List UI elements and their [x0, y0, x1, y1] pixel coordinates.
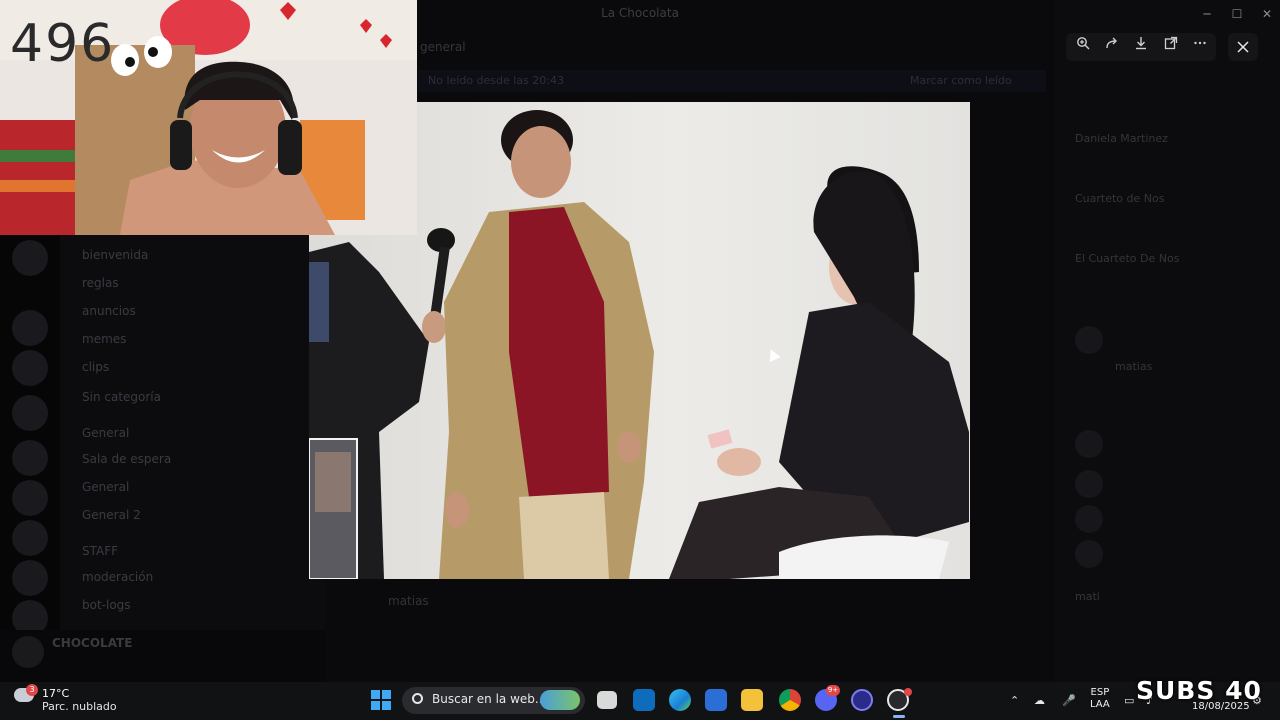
subs-counter-overlay: SUBS 40: [1136, 676, 1262, 705]
member-list: Daniela Martinez Cuarteto de Nos El Cuar…: [1055, 0, 1280, 682]
file-explorer-icon[interactable]: [741, 689, 763, 711]
forward-icon[interactable]: [1099, 35, 1125, 59]
store-icon[interactable]: [705, 689, 727, 711]
close-window-button[interactable]: ✕: [1252, 2, 1280, 26]
maximize-button[interactable]: ☐: [1222, 2, 1252, 26]
channel-item[interactable]: Sin categoría: [82, 390, 161, 404]
member-item[interactable]: matias: [1115, 360, 1152, 373]
microphone-icon[interactable]: 🎤: [1062, 694, 1076, 707]
window-title: La Chocolata: [601, 6, 679, 20]
channel-label: memes: [82, 332, 127, 346]
member-item[interactable]: mati: [1075, 590, 1100, 603]
member-name: mati: [1075, 590, 1100, 603]
zoom-in-icon[interactable]: [1070, 35, 1096, 59]
mark-read-button[interactable]: Marcar como leído: [910, 74, 1012, 87]
weather-description[interactable]: Parc. nublado: [42, 700, 117, 713]
more-icon[interactable]: [1187, 35, 1213, 59]
language-code: ESP: [1090, 687, 1110, 698]
channel-label: bot-logs: [82, 598, 131, 612]
avatar[interactable]: [1075, 540, 1103, 568]
windows-start-icon[interactable]: [371, 690, 391, 710]
channel-item[interactable]: General: [82, 480, 129, 494]
outlook-icon[interactable]: [633, 689, 655, 711]
member-name: matias: [1115, 360, 1153, 373]
channel-item[interactable]: reglas: [82, 276, 119, 290]
channel-title: general: [420, 40, 466, 54]
channel-item[interactable]: General 2: [82, 508, 141, 522]
task-view-icon[interactable]: [597, 691, 617, 709]
active-app-indicator: [893, 715, 905, 718]
streamer-facecam: 496: [0, 0, 417, 235]
server-icon[interactable]: [12, 350, 48, 386]
window-controls: ─ ☐ ✕: [1190, 2, 1280, 26]
member-item[interactable]: Cuarteto de Nos: [1075, 192, 1164, 205]
stream-counter: 496: [10, 14, 116, 74]
minimize-button[interactable]: ─: [1192, 2, 1222, 26]
channel-item[interactable]: General: [82, 426, 129, 440]
onedrive-icon[interactable]: ☁: [1034, 694, 1045, 707]
member-item[interactable]: Daniela Martinez: [1075, 132, 1168, 145]
member-name: Cuarteto de Nos: [1075, 192, 1165, 205]
app-icon[interactable]: [851, 689, 873, 711]
channel-label: General 2: [82, 508, 141, 522]
server-icon[interactable]: [12, 480, 48, 516]
channel-label: moderación: [82, 570, 154, 584]
server-icon[interactable]: [12, 520, 48, 556]
server-icon[interactable]: [12, 310, 48, 346]
category-header[interactable]: STAFF: [82, 544, 118, 558]
discord-badge: 9+: [826, 685, 840, 696]
avatar[interactable]: [1075, 470, 1103, 498]
channel-label: Sin categoría: [82, 390, 161, 404]
open-external-icon[interactable]: [1158, 35, 1184, 59]
channel-label: reglas: [82, 276, 119, 290]
search-icon: [412, 693, 423, 704]
user-name: CHOCOLATE: [52, 636, 133, 650]
channel-label: anuncios: [82, 304, 136, 318]
server-icon[interactable]: [12, 395, 48, 431]
channel-item[interactable]: memes: [82, 332, 126, 346]
member-name: Daniela Martinez: [1075, 132, 1168, 145]
channel-label: clips: [82, 360, 110, 374]
download-icon[interactable]: [1128, 35, 1154, 59]
avatar[interactable]: [1075, 505, 1103, 533]
language-indicator[interactable]: ESP LAA: [1090, 687, 1110, 711]
user-panel: [0, 630, 325, 682]
search-placeholder: Buscar en la web...: [432, 692, 547, 706]
member-item[interactable]: El Cuarteto De Nos: [1075, 252, 1179, 265]
channel-label: bienvenida: [82, 248, 149, 262]
channel-item[interactable]: moderación: [82, 570, 153, 584]
server-icon[interactable]: [12, 440, 48, 476]
channel-item[interactable]: bienvenida: [82, 248, 148, 262]
member-name: El Cuarteto De Nos: [1075, 252, 1180, 265]
network-icon[interactable]: ▭: [1124, 694, 1134, 707]
weather-temperature[interactable]: 17°C: [42, 687, 69, 700]
avatar[interactable]: [12, 636, 44, 668]
channel-item[interactable]: bot-logs: [82, 598, 131, 612]
server-icon[interactable]: [12, 240, 48, 276]
avatar[interactable]: [1075, 326, 1103, 354]
avatar[interactable]: [1075, 430, 1103, 458]
chrome-icon[interactable]: [779, 689, 801, 711]
channel-label: General: [82, 426, 130, 440]
channel-label: General: [82, 480, 130, 494]
chevron-up-icon[interactable]: ⌃: [1010, 694, 1019, 707]
edge-icon[interactable]: [669, 689, 691, 711]
channel-item[interactable]: Sala de espera: [82, 452, 171, 466]
viewer-toolbar: [1066, 33, 1216, 61]
recording-dot-icon: [904, 688, 912, 696]
search-highlight-icon[interactable]: [540, 690, 580, 710]
channel-label: Sala de espera: [82, 452, 172, 466]
close-icon[interactable]: [1228, 33, 1258, 61]
message-author[interactable]: matias: [388, 594, 429, 608]
channel-item[interactable]: anuncios: [82, 304, 136, 318]
keyboard-layout: LAA: [1090, 699, 1110, 710]
unread-notice-text: No leído desde las 20:43: [428, 74, 564, 87]
server-icon[interactable]: [12, 560, 48, 596]
category-label: STAFF: [82, 544, 119, 558]
channel-item[interactable]: clips: [82, 360, 109, 374]
weather-badge: 3: [26, 684, 38, 696]
